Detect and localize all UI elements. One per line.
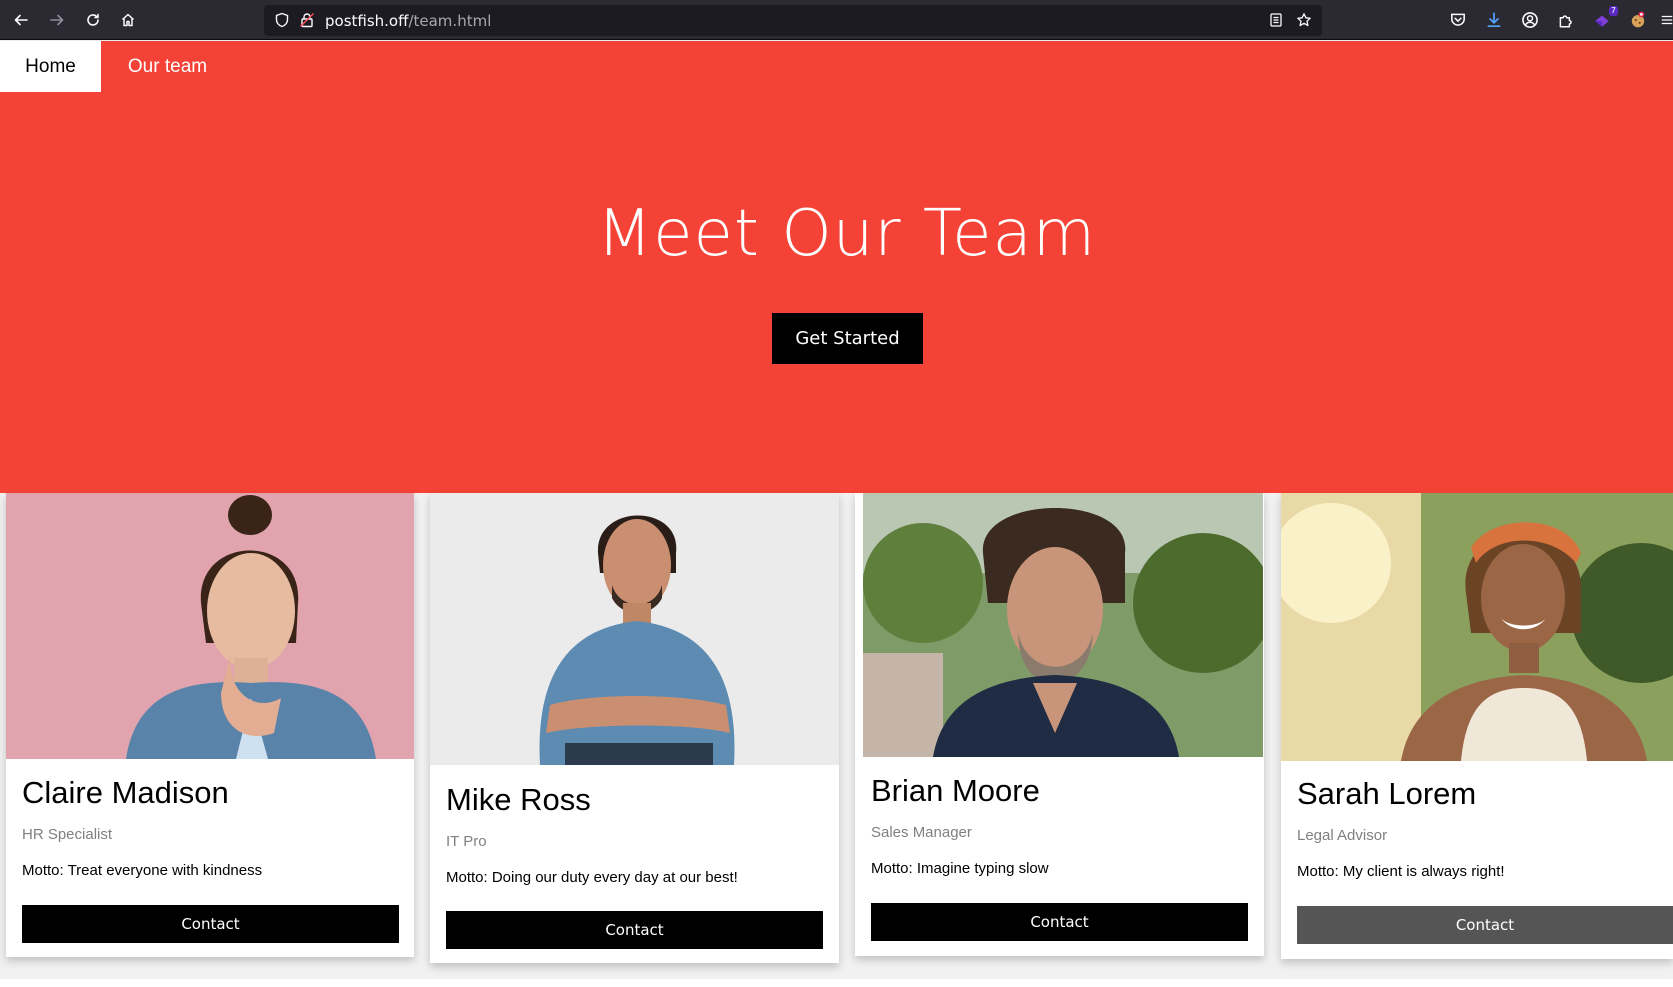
contact-button[interactable]: Contact	[1297, 906, 1673, 944]
team-member-photo	[863, 493, 1263, 757]
member-motto: Motto: Imagine typing slow	[871, 860, 1049, 877]
member-motto: Motto: My client is always right!	[1297, 863, 1505, 880]
url-text: postfish.off/team.html	[325, 12, 491, 30]
member-role: HR Specialist	[22, 826, 113, 843]
contact-button[interactable]: Contact	[22, 905, 399, 943]
team-card: Sarah Lorem Legal Advisor Motto: My clie…	[1281, 493, 1673, 959]
member-name: Sarah Lorem	[1297, 776, 1477, 811]
team-card: Brian Moore Sales Manager Motto: Imagine…	[855, 493, 1264, 956]
team-member-photo	[1281, 493, 1673, 761]
member-name: Claire Madison	[22, 775, 229, 810]
insecure-lock-icon[interactable]	[299, 12, 315, 28]
member-motto: Motto: Treat everyone with kindness	[22, 862, 263, 879]
home-icon[interactable]	[116, 8, 140, 32]
team-member-photo	[6, 493, 414, 759]
bookmark-star-icon[interactable]	[1296, 12, 1312, 28]
site-navbar: Home Our team	[0, 41, 1673, 92]
member-role: Legal Advisor	[1297, 827, 1388, 844]
extension-purple-icon[interactable]: 7	[1592, 6, 1618, 30]
extensions-icon[interactable]	[1556, 10, 1576, 30]
member-name: Brian Moore	[871, 773, 1040, 808]
account-icon[interactable]	[1520, 10, 1540, 30]
team-member-photo	[430, 493, 839, 765]
page-bottom-divider	[0, 979, 1673, 987]
menu-icon[interactable]	[1660, 10, 1673, 30]
team-card: Mike Ross IT Pro Motto: Doing our duty e…	[430, 493, 839, 963]
tracking-shield-icon[interactable]	[274, 12, 290, 28]
nav-team-link[interactable]: Our team	[101, 41, 234, 92]
forward-icon[interactable]	[45, 8, 69, 32]
pocket-icon[interactable]	[1448, 10, 1468, 30]
url-bar[interactable]: postfish.off/team.html	[264, 5, 1322, 36]
member-motto: Motto: Doing our duty every day at our b…	[446, 869, 738, 886]
extension-badge: 7	[1608, 6, 1618, 16]
hero-title: Meet Our Team	[596, 197, 1097, 271]
nav-home-link[interactable]: Home	[0, 41, 101, 92]
member-role: Sales Manager	[871, 824, 972, 841]
url-path: /team.html	[408, 12, 492, 30]
back-icon[interactable]	[9, 8, 33, 32]
get-started-button[interactable]: Get Started	[772, 313, 923, 364]
url-host: postfish.off	[325, 12, 409, 30]
download-icon[interactable]	[1484, 10, 1504, 30]
member-name: Mike Ross	[446, 782, 591, 817]
hero-section: Meet Our Team Get Started	[0, 92, 1673, 493]
member-role: IT Pro	[446, 833, 487, 850]
contact-button[interactable]: Contact	[871, 903, 1248, 941]
browser-toolbar: postfish.off/team.html 7	[0, 0, 1673, 40]
contact-button[interactable]: Contact	[446, 911, 823, 949]
team-card: Claire Madison HR Specialist Motto: Trea…	[6, 493, 414, 957]
reload-icon[interactable]	[81, 8, 105, 32]
extension-cookie-icon[interactable]	[1628, 10, 1648, 30]
reader-view-icon[interactable]	[1268, 12, 1284, 28]
